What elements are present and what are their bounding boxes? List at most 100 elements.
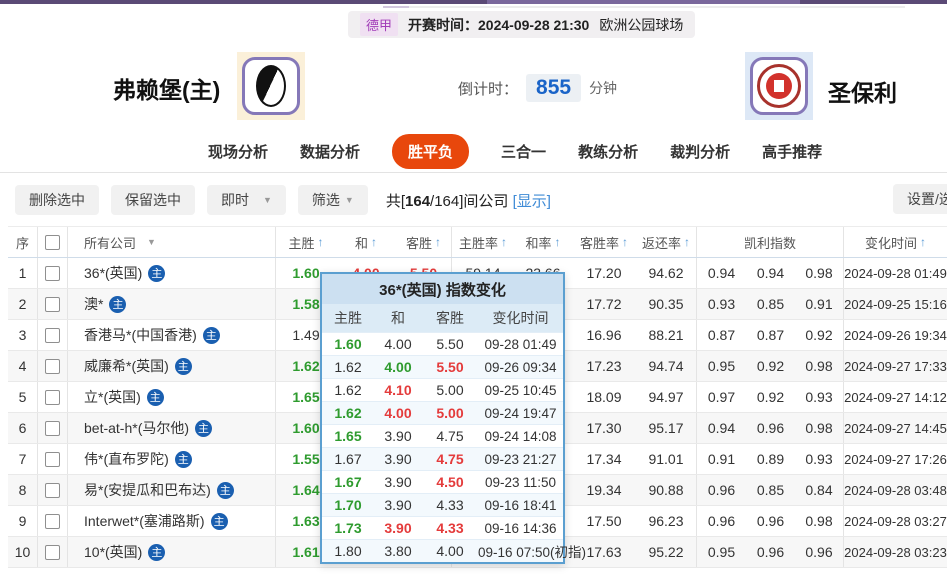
settings-button[interactable]: 设置/选择: [893, 184, 947, 214]
home-badge-icon: 主: [174, 450, 192, 468]
row-checkbox-cell: [38, 258, 68, 288]
col-header-home[interactable]: 主胜 ↑: [276, 227, 336, 257]
select-all-checkbox[interactable]: [45, 234, 60, 250]
away-rate: 17.34: [586, 451, 622, 467]
company-cell[interactable]: 立*(英国) 主: [68, 382, 276, 412]
col-header-away[interactable]: 客胜 ↑: [396, 227, 452, 257]
popup-change-time: 09-26 09:34: [484, 359, 557, 375]
col-header-draw[interactable]: 和 ↑: [336, 227, 396, 257]
popup-draw-odds: 3.90: [384, 474, 412, 490]
popup-row: 1.67 3.90 4.50 09-23 11:50: [322, 470, 563, 493]
delete-selected-button[interactable]: 删除选中: [15, 185, 99, 215]
row-checkbox[interactable]: [45, 513, 60, 529]
kelly-home: 0.95: [707, 544, 736, 560]
col-header-kelly: 凯利指数: [697, 227, 844, 257]
table-row-partial: [8, 568, 947, 573]
company-name: 澳*: [84, 296, 104, 312]
row-checkbox-cell: [38, 475, 68, 505]
col-header-index: 序: [8, 227, 38, 257]
company-cell[interactable]: 香港马*(中国香港) 主: [68, 320, 276, 350]
nav-tab[interactable]: 现场分析: [208, 141, 268, 162]
kelly-home: 0.87: [707, 327, 736, 343]
row-checkbox[interactable]: [45, 327, 60, 343]
col-header-home-rate[interactable]: 主胜率 ↑: [452, 227, 514, 257]
company-cell[interactable]: 10*(英国) 主: [68, 537, 276, 567]
row-checkbox-cell: [38, 382, 68, 412]
top-accent-bar: [0, 0, 947, 4]
nav-tab[interactable]: 高手推荐: [762, 141, 822, 162]
show-link[interactable]: [显示]: [513, 193, 551, 210]
kelly-draw: 0.94: [756, 265, 785, 281]
popup-home-odds: 1.67: [334, 474, 362, 490]
nav-tab[interactable]: 胜平负: [392, 134, 470, 169]
row-checkbox[interactable]: [45, 389, 60, 405]
company-name: bet-at-h*(马尔他): [84, 420, 190, 436]
header-checkbox-cell: [38, 227, 68, 257]
instant-dropdown[interactable]: 即时 ▼: [207, 185, 286, 215]
nav-tab[interactable]: 数据分析: [300, 141, 360, 162]
popup-draw-odds: 3.90: [384, 428, 412, 444]
kelly-draw: 0.96: [756, 420, 785, 436]
row-checkbox[interactable]: [45, 296, 60, 312]
away-team-crest-icon: [750, 57, 808, 115]
popup-change-time: 09-25 10:45: [484, 382, 557, 398]
company-cell[interactable]: 威廉希*(英国) 主: [68, 351, 276, 381]
chevron-down-icon: ▼: [263, 195, 272, 205]
kickoff-time: 开赛时间：2024-09-28 21:30: [408, 16, 590, 33]
away-team-logo: [745, 52, 813, 120]
home-badge-icon: 主: [148, 264, 166, 282]
company-cell[interactable]: 澳* 主: [68, 289, 276, 319]
row-checkbox[interactable]: [45, 451, 60, 467]
row-index: 7: [8, 444, 38, 474]
company-cell[interactable]: 伟*(直布罗陀) 主: [68, 444, 276, 474]
sort-asc-icon: ↑: [622, 235, 628, 249]
company-cell[interactable]: 36*(英国) 主: [68, 258, 276, 288]
return-rate: 90.88: [636, 475, 697, 505]
away-rate: 17.50: [586, 513, 622, 529]
kelly-draw: 0.96: [756, 544, 785, 560]
row-checkbox[interactable]: [45, 420, 60, 436]
home-badge-icon: 主: [216, 481, 234, 499]
row-checkbox[interactable]: [45, 482, 60, 498]
popup-draw-odds: 3.90: [384, 520, 412, 536]
company-count: 共[164/164]间公司 [显示]: [385, 192, 551, 210]
kelly-away: 0.93: [795, 382, 844, 412]
home-badge-icon: 主: [195, 419, 213, 437]
sort-asc-icon: ↑: [920, 235, 926, 249]
keep-selected-button[interactable]: 保留选中: [111, 185, 195, 215]
col-header-return-rate[interactable]: 返还率 ↑: [636, 227, 697, 257]
change-time: 2024-09-28 03:23: [844, 544, 947, 560]
change-time: 2024-09-27 14:12: [844, 389, 947, 405]
row-checkbox[interactable]: [45, 265, 60, 281]
popup-change-time: 09-24 19:47: [484, 405, 557, 421]
row-checkbox[interactable]: [45, 544, 60, 560]
col-header-time[interactable]: 变化时间 ↑: [844, 227, 947, 257]
row-index: 4: [8, 351, 38, 381]
company-cell[interactable]: bet-at-h*(马尔他) 主: [68, 413, 276, 443]
popup-home-odds: 1.70: [334, 497, 362, 513]
col-header-away-rate[interactable]: 客胜率 ↑: [572, 227, 636, 257]
popup-row: 1.67 3.90 4.75 09-23 21:27: [322, 447, 563, 470]
col-header-draw-rate[interactable]: 和率 ↑: [514, 227, 572, 257]
nav-tab[interactable]: 教练分析: [578, 141, 638, 162]
nav-tab[interactable]: 三合一: [501, 141, 546, 162]
change-time: 2024-09-27 14:45: [844, 420, 947, 436]
kelly-home: 0.97: [707, 389, 736, 405]
popup-away-odds: 4.33: [436, 520, 464, 536]
popup-row: 1.73 3.90 4.33 09-16 14:36: [322, 516, 563, 539]
company-cell[interactable]: 易*(安提瓜和巴布达) 主: [68, 475, 276, 505]
row-checkbox[interactable]: [45, 358, 60, 374]
popup-title: 36*(英国) 指数变化: [322, 274, 563, 304]
nav-tab[interactable]: 裁判分析: [670, 141, 730, 162]
row-checkbox-cell: [38, 413, 68, 443]
table-header-row: 序 所有公司 ▼ 主胜 ↑ 和 ↑ 客胜 ↑ 主胜率 ↑ 和率 ↑ 客胜率 ↑ 返还率 ↑ 凯利…: [8, 226, 947, 258]
company-cell[interactable]: Interwet*(塞浦路斯) 主: [68, 506, 276, 536]
col-header-company[interactable]: 所有公司 ▼: [68, 227, 276, 257]
popup-draw-odds: 3.90: [384, 451, 412, 467]
popup-home-odds: 1.60: [334, 336, 362, 352]
row-checkbox-cell: [38, 320, 68, 350]
kelly-home: 0.91: [707, 451, 736, 467]
row-checkbox-cell: [38, 444, 68, 474]
kelly-home: 0.96: [707, 513, 736, 529]
filter-dropdown[interactable]: 筛选 ▼: [297, 185, 368, 215]
